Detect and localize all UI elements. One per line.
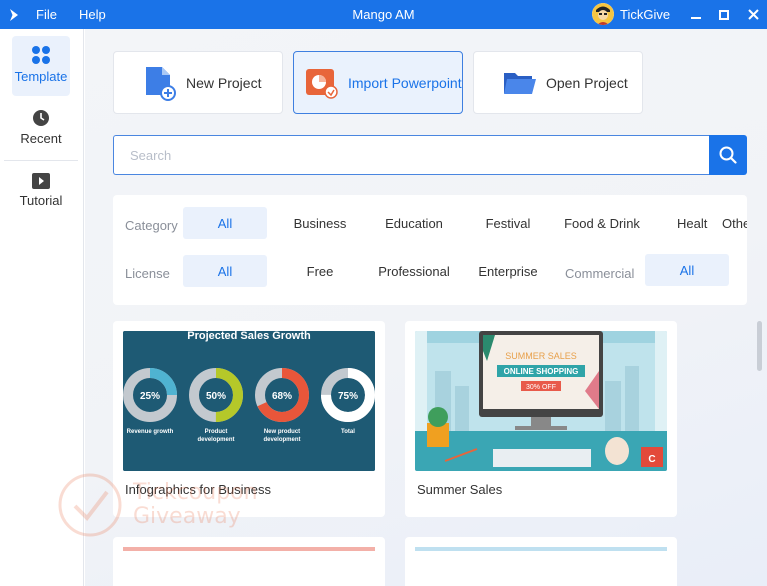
donut-value: 25% [140,391,160,402]
template-thumbnail-edge [415,547,667,551]
donut-label: Total [341,429,355,435]
license-option-free[interactable]: Free [278,255,362,287]
folder-icon [502,65,538,101]
import-powerpoint-label: Import Powerpoint [348,74,462,91]
template-card-infographics[interactable]: Projected Sales Growth 25% Revenue growth… [113,321,385,517]
open-project-button[interactable]: Open Project [473,51,643,114]
commercial-option-all[interactable]: All [645,254,729,286]
thumb-heading: Projected Sales Growth [187,331,311,342]
donut-label: Product [205,429,228,435]
category-option-others[interactable]: Others [717,207,747,239]
thumb-line3: 30% OFF [526,384,556,391]
template-title: Infographics for Business [125,482,271,497]
sidebar-item-label: Template [14,69,68,84]
sidebar-item-tutorial[interactable]: Tutorial [12,173,70,213]
menu-file[interactable]: File [36,7,57,22]
category-option-food-drink[interactable]: Food & Drink [560,207,644,239]
license-label: License [125,266,170,281]
donut-label: Revenue growth [127,429,174,435]
play-icon [32,173,50,189]
donut-value: 50% [206,391,226,402]
thumb-badge: C [648,454,655,465]
template-thumbnail-edge [123,547,375,551]
sidebar-item-recent[interactable]: Recent [12,109,70,149]
sidebar-item-label: Tutorial [19,193,63,208]
search-input[interactable] [113,135,710,175]
template-card-partial[interactable] [113,537,385,586]
new-project-label: New Project [186,74,262,91]
new-project-button[interactable]: New Project [113,51,283,114]
search-bar [113,135,747,175]
minimize-icon[interactable] [682,0,710,29]
category-label: Category [125,218,178,233]
thumb-line2: ONLINE SHOPPING [504,367,579,376]
donut-value: 68% [272,391,292,402]
maximize-icon[interactable] [710,0,738,29]
title-bar: File Help Mango AM TickGive [0,0,767,29]
category-option-all[interactable]: All [183,207,267,239]
template-grid-icon [32,46,50,64]
donut-label: development [263,437,300,443]
template-title: Summer Sales [417,482,503,497]
template-card-partial[interactable] [405,537,677,586]
username: TickGive [620,6,671,22]
menu-help[interactable]: Help [79,7,106,22]
license-option-professional[interactable]: Professional [372,255,456,287]
app-logo-icon[interactable] [0,0,28,29]
avatar [592,3,614,25]
category-option-education[interactable]: Education [372,207,456,239]
import-powerpoint-button[interactable]: Import Powerpoint [293,51,463,114]
sidebar-divider [4,160,78,161]
template-thumbnail: Projected Sales Growth 25% Revenue growth… [123,331,375,471]
thumb-line1: SUMMER SALES [505,351,577,361]
commercial-label: Commercial [565,266,635,281]
category-option-business[interactable]: Business [278,207,362,239]
search-icon [719,146,737,164]
search-button[interactable] [709,135,747,175]
clock-icon [33,110,49,126]
main-content: New Project Import Powerpoint Open Proje… [85,29,767,586]
template-thumbnail: SUMMER SALES ONLINE SHOPPING 30% OFF C [415,331,667,471]
sidebar-item-template[interactable]: Template [12,36,70,96]
new-file-icon [142,65,178,101]
donut-value: 75% [338,391,358,402]
user-account[interactable]: TickGive [592,3,670,25]
scrollbar-thumb[interactable] [757,321,762,371]
powerpoint-icon [304,65,340,101]
filter-panel: Category All Business Education Festival… [113,195,747,305]
category-option-health[interactable]: Healt [654,207,708,239]
close-icon[interactable] [739,0,767,29]
donut-label: development [197,437,234,443]
donut-label: New product [264,429,300,435]
sidebar: Template Recent Tutorial [0,29,84,586]
license-option-enterprise[interactable]: Enterprise [466,255,550,287]
open-project-label: Open Project [546,74,628,91]
template-card-summer-sales[interactable]: SUMMER SALES ONLINE SHOPPING 30% OFF C S… [405,321,677,517]
sidebar-item-label: Recent [20,131,62,146]
license-option-all[interactable]: All [183,255,267,287]
category-option-festival[interactable]: Festival [466,207,550,239]
